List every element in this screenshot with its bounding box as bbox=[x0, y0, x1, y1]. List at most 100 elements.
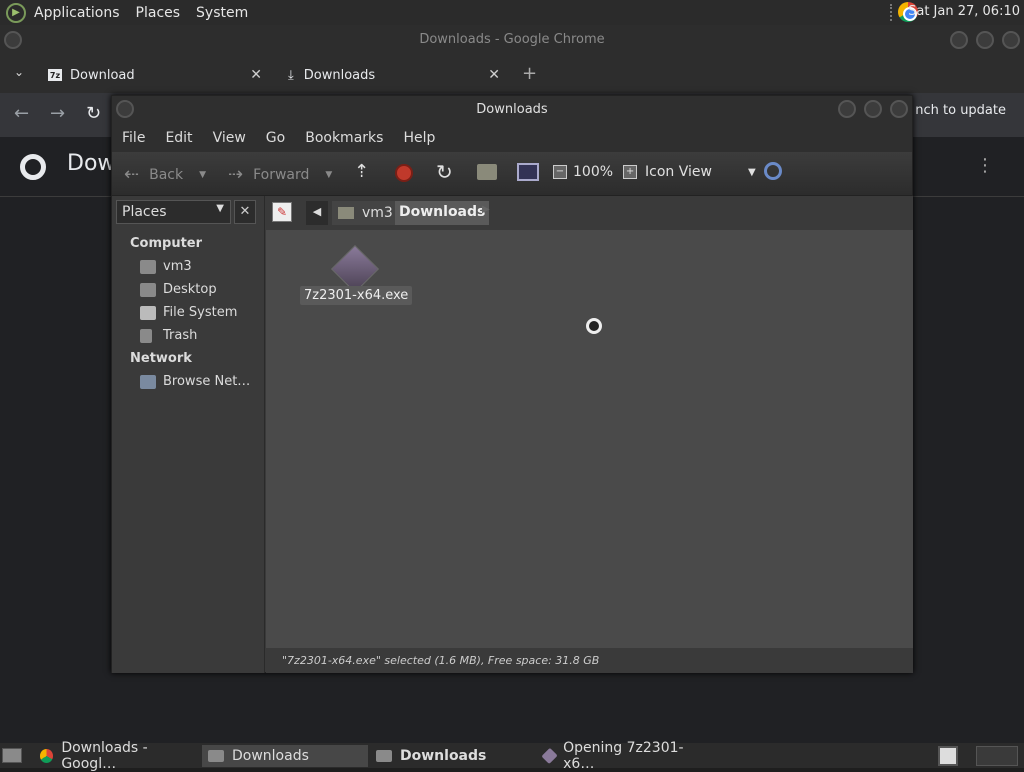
window-title: Downloads bbox=[476, 102, 548, 117]
tab-label: Download bbox=[70, 67, 135, 83]
update-button[interactable]: nch to update bbox=[915, 103, 1006, 118]
close-button[interactable] bbox=[890, 100, 908, 118]
sidebar-item-vm3[interactable]: vm3 bbox=[112, 255, 264, 278]
places-menu[interactable]: Places bbox=[128, 5, 189, 21]
forward-label: Forward bbox=[253, 166, 310, 183]
drive-icon bbox=[140, 305, 156, 320]
forward-button[interactable]: ⇢ Forward ▼ bbox=[228, 164, 332, 185]
tab-search-chevron-icon[interactable]: ⌄ bbox=[14, 65, 24, 79]
tray-separator bbox=[890, 4, 894, 21]
taskbar-label: Opening 7z2301-x6… bbox=[563, 740, 684, 772]
sidebar-item-label: File System bbox=[163, 305, 238, 320]
dropdown-arrow-icon: ▼ bbox=[216, 203, 224, 214]
forward-arrow-icon: ⇢ bbox=[228, 164, 244, 185]
file-name-label[interactable]: 7z2301-x64.exe bbox=[300, 286, 413, 305]
zoom-level: 100% bbox=[573, 164, 614, 180]
sidebar-item-file-system[interactable]: File System bbox=[112, 301, 264, 324]
maximize-button[interactable] bbox=[864, 100, 882, 118]
back-arrow-icon[interactable]: ← bbox=[14, 103, 29, 124]
view-mode-label: Icon View bbox=[645, 164, 712, 180]
toolbar: ⇠ Back ▼ ⇢ Forward ▼ ⇡ ↻ − 100% + Icon V… bbox=[112, 152, 912, 196]
home-folder-icon bbox=[140, 259, 156, 274]
path-right-arrow-icon[interactable]: ▶ bbox=[482, 204, 490, 215]
tab-downloads[interactable]: ⤓ Downloads ✕ bbox=[288, 59, 500, 91]
section-computer: Computer bbox=[130, 236, 203, 251]
reload-icon[interactable]: ↻ bbox=[436, 160, 453, 184]
stop-icon[interactable] bbox=[395, 164, 413, 182]
menu-file[interactable]: File bbox=[112, 130, 155, 146]
clock[interactable]: Sat Jan 27, 06:10 bbox=[908, 4, 1020, 19]
sidebar-item-browse-network[interactable]: Browse Net… bbox=[112, 370, 264, 393]
dropdown-arrow-icon: ▼ bbox=[747, 166, 756, 178]
show-desktop-icon[interactable] bbox=[2, 748, 22, 763]
forward-arrow-icon[interactable]: → bbox=[50, 103, 65, 124]
search-icon[interactable] bbox=[764, 162, 782, 180]
close-button[interactable] bbox=[1002, 31, 1020, 49]
taskbar-item-opening[interactable]: Opening 7z2301-x6… bbox=[538, 740, 704, 772]
applications-menu[interactable]: Applications bbox=[26, 5, 128, 21]
path-label: vm3 bbox=[362, 205, 393, 221]
places-tree: Computer vm3 Desktop File System Trash N… bbox=[112, 232, 264, 393]
dropdown-arrow-icon[interactable]: ▼ bbox=[199, 170, 206, 180]
zoom-out-icon[interactable]: − bbox=[553, 165, 567, 179]
window-menu-button[interactable] bbox=[116, 100, 134, 118]
up-arrow-icon[interactable]: ⇡ bbox=[354, 161, 369, 182]
folder-icon bbox=[208, 750, 224, 762]
sidebar-item-label: Desktop bbox=[163, 282, 217, 297]
places-selector-label: Places bbox=[122, 204, 167, 220]
top-panel: ▶ Applications Places System Sat Jan 27,… bbox=[0, 0, 1024, 25]
computer-icon[interactable] bbox=[517, 163, 539, 181]
home-folder-icon[interactable] bbox=[477, 164, 497, 180]
window-menu-button[interactable] bbox=[4, 31, 22, 49]
minimize-button[interactable] bbox=[838, 100, 856, 118]
file-view[interactable]: 7z2301-x64.exe bbox=[266, 230, 913, 648]
taskbar-item-downloads-2[interactable]: Downloads bbox=[370, 745, 536, 767]
network-icon bbox=[140, 374, 156, 389]
taskbar-item-downloads-1[interactable]: Downloads bbox=[202, 745, 368, 767]
system-logo-icon[interactable]: ▶ bbox=[6, 2, 26, 23]
system-menu[interactable]: System bbox=[188, 5, 256, 21]
trash-icon bbox=[140, 328, 152, 343]
back-button[interactable]: ⇠ Back ▼ bbox=[124, 164, 206, 185]
menu-bookmarks[interactable]: Bookmarks bbox=[295, 130, 393, 146]
download-icon: ⤓ bbox=[288, 67, 294, 83]
sidebar-item-trash[interactable]: Trash bbox=[112, 324, 264, 347]
dropdown-arrow-icon[interactable]: ▼ bbox=[325, 170, 332, 180]
view-mode-select[interactable]: Icon View ▼ bbox=[645, 164, 756, 180]
new-tab-button[interactable]: + bbox=[522, 63, 537, 84]
places-selector[interactable]: Places ▼ bbox=[116, 200, 231, 224]
zoom-in-icon[interactable]: + bbox=[623, 165, 638, 179]
executable-icon bbox=[541, 747, 558, 765]
page-title: Dow bbox=[67, 151, 116, 176]
workspace-switcher-icon[interactable] bbox=[938, 746, 958, 766]
menu-go[interactable]: Go bbox=[256, 130, 295, 146]
minimize-button[interactable] bbox=[950, 31, 968, 49]
section-network: Network bbox=[130, 351, 192, 366]
sidebar-item-desktop[interactable]: Desktop bbox=[112, 278, 264, 301]
menu-edit[interactable]: Edit bbox=[155, 130, 202, 146]
path-bar: ✎ ◀ vm3 Downloads ▶ bbox=[266, 196, 913, 230]
7z-favicon-icon: 7z bbox=[48, 69, 62, 81]
tab-download[interactable]: 7z Download ✕ bbox=[48, 59, 262, 91]
reload-icon[interactable]: ↻ bbox=[86, 103, 101, 124]
edit-location-icon[interactable]: ✎ bbox=[272, 202, 292, 222]
more-menu-icon[interactable]: ⋮ bbox=[976, 155, 994, 176]
maximize-button[interactable] bbox=[976, 31, 994, 49]
chrome-logo-icon bbox=[20, 154, 46, 180]
path-button-vm3[interactable]: vm3 bbox=[332, 201, 399, 225]
workspace-2[interactable] bbox=[976, 746, 1018, 766]
chrome-icon bbox=[40, 749, 54, 763]
menu-help[interactable]: Help bbox=[393, 130, 445, 146]
close-sidebar-icon[interactable]: ✕ bbox=[234, 200, 256, 224]
close-tab-icon[interactable]: ✕ bbox=[250, 67, 262, 83]
path-left-arrow-icon[interactable]: ◀ bbox=[306, 201, 328, 225]
taskbar-item-chrome[interactable]: Downloads - Googl… bbox=[34, 740, 200, 772]
sidebar: Places ▼ ✕ Computer vm3 Desktop File Sys… bbox=[112, 196, 265, 673]
file-manager-titlebar: Downloads bbox=[112, 96, 912, 124]
chrome-titlebar: Downloads - Google Chrome bbox=[0, 25, 1024, 55]
sidebar-item-label: Trash bbox=[163, 328, 198, 343]
close-tab-icon[interactable]: ✕ bbox=[488, 67, 500, 83]
path-button-downloads[interactable]: Downloads bbox=[395, 201, 490, 225]
menu-view[interactable]: View bbox=[203, 130, 256, 146]
sidebar-item-label: Browse Net… bbox=[163, 374, 251, 389]
